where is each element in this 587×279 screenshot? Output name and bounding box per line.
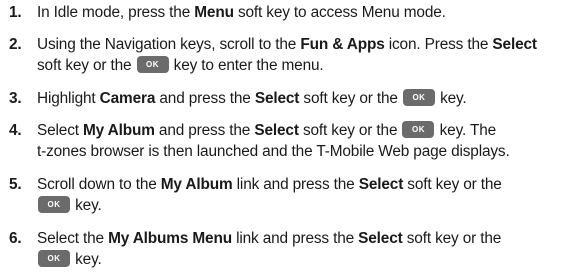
step-number: 1. [9,4,22,21]
step-bold-term: Select [254,90,300,107]
step-bold-term: Menu [194,4,234,21]
step-bold-term: Select [358,230,403,247]
ok-key-label: OK [411,125,425,134]
step-text-run: Select [37,122,84,139]
ok-key-icon: OK [402,89,435,106]
step-number: 5. [9,176,22,193]
ok-key-icon: OK [136,56,169,73]
ok-key-label: OK [412,93,426,102]
step-bold-term: Fun & Apps [300,36,385,53]
step-text-run: Using the Navigation keys, scroll to the [37,36,301,53]
step-text: Highlight Camera and press the Select so… [37,88,585,109]
step-text-run: link and press the [231,230,359,247]
ok-key-label: OK [47,254,61,263]
instruction-steps: 1. In Idle mode, press the Menu soft key… [0,0,587,279]
step-bold-term: Select [358,176,404,193]
ok-key-icon: OK [402,121,435,138]
step-text-run: soft key or the [37,57,136,74]
step-text-run: Select the [37,230,109,247]
step-bold-term: Select [254,122,299,139]
step-text-run: key to enter the menu. [169,57,324,74]
step-text-run: soft key or the [403,176,502,193]
step-bold-term: My Album [160,176,233,193]
step-text: Select My Album and press the Select sof… [37,120,585,162]
step-text-run: Scroll down to the [37,176,161,193]
step-text: In Idle mode, press the Menu soft key to… [37,2,585,23]
step-text-run: key. [435,90,467,107]
step-bold-term: Camera [99,90,156,107]
step-text-run: and press the [155,90,255,107]
step-text-run: key. The [435,122,497,139]
ok-key-icon: OK [38,196,70,213]
step-text-run: key. [71,197,102,214]
step-text-run: icon. Press the [384,36,493,53]
step-bold-term: My Album [83,122,155,139]
step-text-run: soft key or the [402,230,502,247]
step-number: 4. [9,122,22,139]
step-text-run: key. [71,251,102,268]
step-text: Scroll down to the My Album link and pre… [37,174,585,216]
step-number: 3. [9,90,22,107]
step-bold-term: My Albums Menu [108,230,232,247]
step-text-run: In Idle mode, press the [37,4,195,21]
step-text-run: soft key or the [298,122,402,139]
ok-key-icon: OK [38,250,70,267]
step-number: 2. [9,36,22,53]
step-text-run: Highlight [37,90,100,107]
step-text: Select the My Albums Menu link and press… [37,228,585,270]
ok-key-label: OK [47,200,61,209]
step-text-run: and press the [154,122,255,139]
step-text: Using the Navigation keys, scroll to the… [37,34,585,76]
ok-key-label: OK [146,60,160,69]
step-text-run: soft key or the [299,90,402,107]
step-bold-term: Select [492,36,537,53]
step-number: 6. [9,230,22,247]
step-text-run: link and press the [232,176,359,193]
step-text-run: soft key to access Menu mode. [233,4,446,21]
step-text-run: t-zones browser is then launched and the… [37,143,510,160]
